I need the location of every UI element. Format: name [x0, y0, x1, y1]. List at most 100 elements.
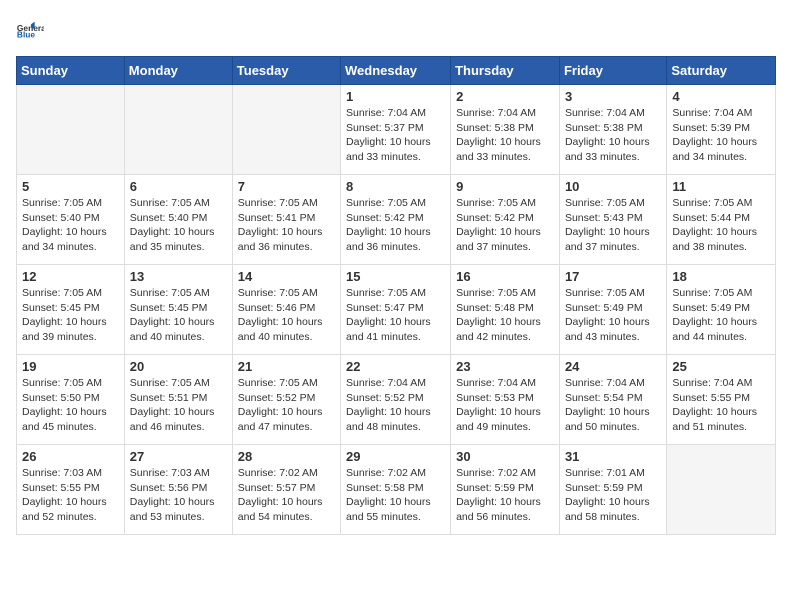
day-number: 24	[565, 359, 661, 374]
calendar-cell	[667, 445, 776, 535]
day-number: 25	[672, 359, 770, 374]
calendar-cell: 14 Sunrise: 7:05 AM Sunset: 5:46 PM Dayli…	[232, 265, 340, 355]
day-info: Sunrise: 7:03 AM Sunset: 5:55 PM Dayligh…	[22, 466, 119, 525]
calendar-cell: 6 Sunrise: 7:05 AM Sunset: 5:40 PM Daylig…	[124, 175, 232, 265]
calendar-cell: 7 Sunrise: 7:05 AM Sunset: 5:41 PM Daylig…	[232, 175, 340, 265]
day-info: Sunrise: 7:04 AM Sunset: 5:54 PM Dayligh…	[565, 376, 661, 435]
day-number: 15	[346, 269, 445, 284]
logo-icon: General Blue	[16, 16, 44, 44]
calendar-cell: 8 Sunrise: 7:05 AM Sunset: 5:42 PM Daylig…	[341, 175, 451, 265]
day-header-thursday: Thursday	[451, 57, 560, 85]
calendar-cell: 1 Sunrise: 7:04 AM Sunset: 5:37 PM Daylig…	[341, 85, 451, 175]
day-number: 16	[456, 269, 554, 284]
day-number: 8	[346, 179, 445, 194]
day-number: 9	[456, 179, 554, 194]
day-number: 30	[456, 449, 554, 464]
day-info: Sunrise: 7:05 AM Sunset: 5:49 PM Dayligh…	[672, 286, 770, 345]
calendar-cell: 12Sunrise: 7:05 AM Sunset: 5:45 PM Dayli…	[17, 265, 125, 355]
calendar-cell	[17, 85, 125, 175]
day-number: 3	[565, 89, 661, 104]
calendar-cell: 20Sunrise: 7:05 AM Sunset: 5:51 PM Dayli…	[124, 355, 232, 445]
calendar-table: SundayMondayTuesdayWednesdayThursdayFrid…	[16, 56, 776, 535]
calendar-header-row: SundayMondayTuesdayWednesdayThursdayFrid…	[17, 57, 776, 85]
calendar-cell: 11 Sunrise: 7:05 AM Sunset: 5:44 PM Dayli…	[667, 175, 776, 265]
day-info: Sunrise: 7:01 AM Sunset: 5:59 PM Dayligh…	[565, 466, 661, 525]
day-info: Sunrise: 7:05 AM Sunset: 5:46 PM Dayligh…	[238, 286, 335, 345]
day-info: Sunrise: 7:05 AM Sunset: 5:40 PM Dayligh…	[130, 196, 227, 255]
day-number: 13	[130, 269, 227, 284]
calendar-cell: 24 Sunrise: 7:04 AM Sunset: 5:54 PM Dayli…	[559, 355, 666, 445]
calendar-cell: 29 Sunrise: 7:02 AM Sunset: 5:58 PM Dayli…	[341, 445, 451, 535]
day-number: 10	[565, 179, 661, 194]
day-number: 29	[346, 449, 445, 464]
day-header-tuesday: Tuesday	[232, 57, 340, 85]
day-info: Sunrise: 7:04 AM Sunset: 5:39 PM Dayligh…	[672, 106, 770, 165]
day-info: Sunrise: 7:05 AM Sunset: 5:50 PM Dayligh…	[22, 376, 119, 435]
day-info: Sunrise: 7:05 AM Sunset: 5:52 PM Dayligh…	[238, 376, 335, 435]
calendar-cell: 19 Sunrise: 7:05 AM Sunset: 5:50 PM Dayli…	[17, 355, 125, 445]
day-info: Sunrise: 7:02 AM Sunset: 5:57 PM Dayligh…	[238, 466, 335, 525]
calendar-cell: 2 Sunrise: 7:04 AM Sunset: 5:38 PM Daylig…	[451, 85, 560, 175]
logo: General Blue	[16, 16, 48, 44]
day-info: Sunrise: 7:04 AM Sunset: 5:53 PM Dayligh…	[456, 376, 554, 435]
calendar-cell: 25 Sunrise: 7:04 AM Sunset: 5:55 PM Dayli…	[667, 355, 776, 445]
day-number: 22	[346, 359, 445, 374]
day-info: Sunrise: 7:04 AM Sunset: 5:37 PM Dayligh…	[346, 106, 445, 165]
day-info: Sunrise: 7:05 AM Sunset: 5:51 PM Dayligh…	[130, 376, 227, 435]
day-number: 21	[238, 359, 335, 374]
calendar-cell: 26 Sunrise: 7:03 AM Sunset: 5:55 PM Dayli…	[17, 445, 125, 535]
day-number: 17	[565, 269, 661, 284]
day-header-saturday: Saturday	[667, 57, 776, 85]
day-info: Sunrise: 7:05 AM Sunset: 5:42 PM Dayligh…	[456, 196, 554, 255]
calendar-cell	[232, 85, 340, 175]
day-info: Sunrise: 7:02 AM Sunset: 5:59 PM Dayligh…	[456, 466, 554, 525]
day-number: 31	[565, 449, 661, 464]
week-row-2: 5 Sunrise: 7:05 AM Sunset: 5:40 PM Daylig…	[17, 175, 776, 265]
calendar-cell: 10Sunrise: 7:05 AM Sunset: 5:43 PM Dayli…	[559, 175, 666, 265]
calendar-cell: 23 Sunrise: 7:04 AM Sunset: 5:53 PM Dayli…	[451, 355, 560, 445]
day-number: 2	[456, 89, 554, 104]
day-info: Sunrise: 7:05 AM Sunset: 5:45 PM Dayligh…	[130, 286, 227, 345]
calendar-cell: 16Sunrise: 7:05 AM Sunset: 5:48 PM Dayli…	[451, 265, 560, 355]
day-number: 27	[130, 449, 227, 464]
day-number: 23	[456, 359, 554, 374]
day-info: Sunrise: 7:04 AM Sunset: 5:52 PM Dayligh…	[346, 376, 445, 435]
day-number: 19	[22, 359, 119, 374]
calendar-cell: 27 Sunrise: 7:03 AM Sunset: 5:56 PM Dayli…	[124, 445, 232, 535]
day-info: Sunrise: 7:05 AM Sunset: 5:45 PM Dayligh…	[22, 286, 119, 345]
week-row-3: 12Sunrise: 7:05 AM Sunset: 5:45 PM Dayli…	[17, 265, 776, 355]
day-number: 6	[130, 179, 227, 194]
day-number: 26	[22, 449, 119, 464]
svg-text:Blue: Blue	[17, 29, 35, 39]
week-row-4: 19 Sunrise: 7:05 AM Sunset: 5:50 PM Dayli…	[17, 355, 776, 445]
day-header-sunday: Sunday	[17, 57, 125, 85]
day-header-wednesday: Wednesday	[341, 57, 451, 85]
day-number: 7	[238, 179, 335, 194]
day-info: Sunrise: 7:04 AM Sunset: 5:55 PM Dayligh…	[672, 376, 770, 435]
calendar-cell: 17 Sunrise: 7:05 AM Sunset: 5:49 PM Dayli…	[559, 265, 666, 355]
day-number: 28	[238, 449, 335, 464]
calendar-cell: 22 Sunrise: 7:04 AM Sunset: 5:52 PM Dayli…	[341, 355, 451, 445]
day-info: Sunrise: 7:05 AM Sunset: 5:41 PM Dayligh…	[238, 196, 335, 255]
calendar-cell: 4 Sunrise: 7:04 AM Sunset: 5:39 PM Daylig…	[667, 85, 776, 175]
day-number: 4	[672, 89, 770, 104]
day-number: 18	[672, 269, 770, 284]
day-number: 1	[346, 89, 445, 104]
day-info: Sunrise: 7:05 AM Sunset: 5:42 PM Dayligh…	[346, 196, 445, 255]
day-info: Sunrise: 7:05 AM Sunset: 5:44 PM Dayligh…	[672, 196, 770, 255]
day-number: 5	[22, 179, 119, 194]
page-header: General Blue	[16, 16, 776, 44]
day-number: 11	[672, 179, 770, 194]
day-info: Sunrise: 7:05 AM Sunset: 5:49 PM Dayligh…	[565, 286, 661, 345]
calendar-cell: 5Sunrise: 7:05 AM Sunset: 5:40 PM Daylig…	[17, 175, 125, 265]
calendar-cell: 18 Sunrise: 7:05 AM Sunset: 5:49 PM Dayli…	[667, 265, 776, 355]
calendar-cell: 13 Sunrise: 7:05 AM Sunset: 5:45 PM Dayli…	[124, 265, 232, 355]
calendar-cell: 15Sunrise: 7:05 AM Sunset: 5:47 PM Dayli…	[341, 265, 451, 355]
week-row-1: 1 Sunrise: 7:04 AM Sunset: 5:37 PM Daylig…	[17, 85, 776, 175]
day-info: Sunrise: 7:04 AM Sunset: 5:38 PM Dayligh…	[456, 106, 554, 165]
day-info: Sunrise: 7:02 AM Sunset: 5:58 PM Dayligh…	[346, 466, 445, 525]
day-number: 14	[238, 269, 335, 284]
day-info: Sunrise: 7:03 AM Sunset: 5:56 PM Dayligh…	[130, 466, 227, 525]
calendar-cell: 3Sunrise: 7:04 AM Sunset: 5:38 PM Daylig…	[559, 85, 666, 175]
calendar-cell	[124, 85, 232, 175]
